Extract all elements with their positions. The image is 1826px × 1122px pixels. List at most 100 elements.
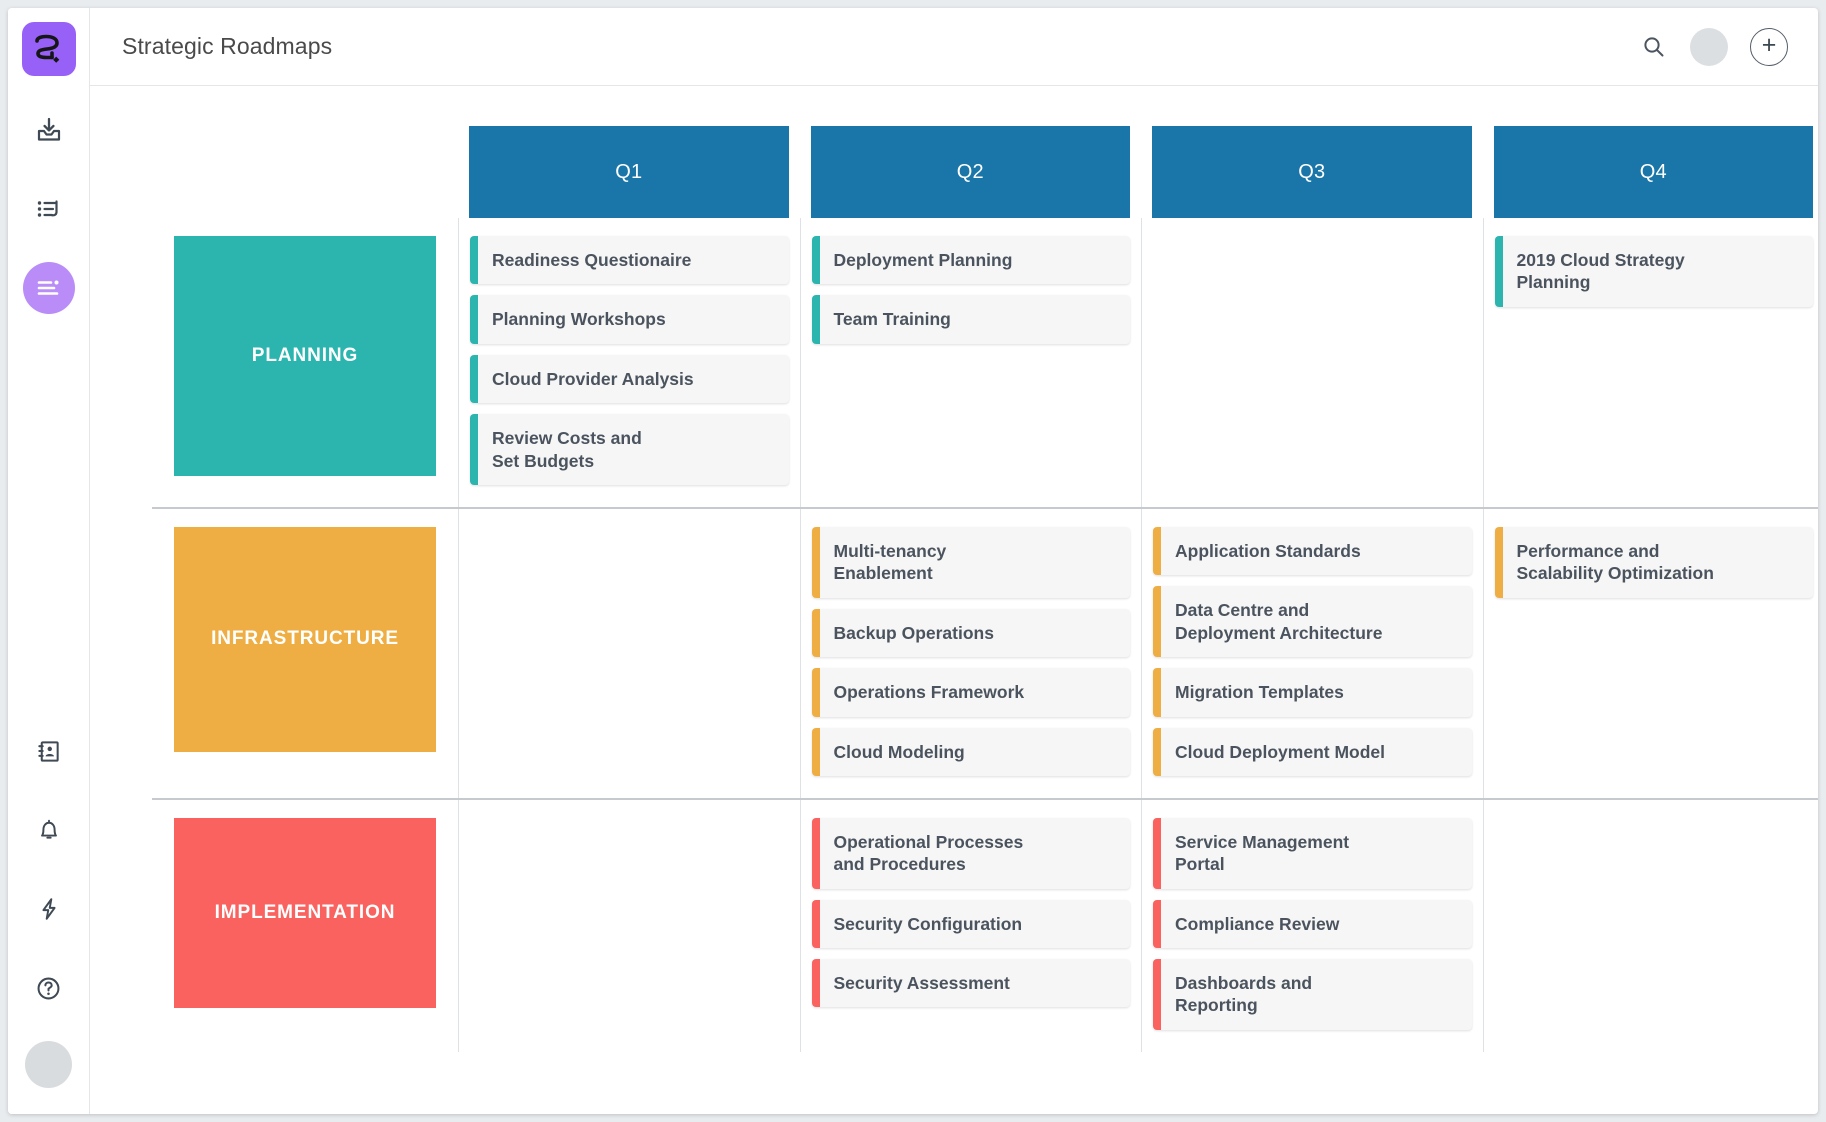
card-color-bar bbox=[1494, 526, 1503, 598]
task-card-title: Operational Processes and Procedures bbox=[833, 831, 1024, 875]
card-color-bar bbox=[470, 295, 478, 344]
task-card[interactable]: Migration Templates bbox=[1153, 668, 1472, 717]
task-card[interactable]: Planning Workshops bbox=[470, 295, 789, 344]
task-card-title: Compliance Review bbox=[1175, 913, 1340, 934]
task-card[interactable]: Data Centre and Deployment Architecture bbox=[1153, 586, 1472, 658]
roadmap-grid: Q1 Q2 Q3 Q4 PLANNING Readiness Questionaire Pl… bbox=[152, 126, 1818, 1052]
task-card[interactable]: Service Management Portal bbox=[1153, 817, 1472, 889]
lane-cell bbox=[458, 508, 800, 798]
task-card-title: 2019 Cloud Strategy Planning bbox=[1516, 250, 1685, 293]
grid-corner bbox=[152, 126, 458, 218]
lane-label-implementation[interactable]: IMPLEMENTATION bbox=[174, 817, 436, 1008]
task-card-title: Deployment Planning bbox=[833, 250, 1013, 270]
contact-book-icon bbox=[38, 740, 59, 762]
column-header-q3[interactable]: Q3 bbox=[1152, 126, 1472, 218]
task-card[interactable]: Compliance Review bbox=[1153, 899, 1472, 949]
task-card[interactable]: Security Configuration bbox=[811, 899, 1130, 949]
task-card-title: Application Standards bbox=[1175, 540, 1361, 561]
card-color-bar bbox=[811, 668, 820, 717]
sidebar-item-notifications[interactable] bbox=[23, 804, 75, 856]
roadmap-lines-icon bbox=[37, 280, 58, 295]
task-card[interactable]: Backup Operations bbox=[811, 608, 1130, 658]
task-card[interactable]: Readiness Questionaire bbox=[470, 236, 789, 285]
card-color-bar bbox=[470, 414, 478, 485]
task-card-title: Review Costs and Set Budgets bbox=[492, 428, 642, 471]
task-card[interactable]: Cloud Provider Analysis bbox=[470, 354, 789, 404]
lightning-icon bbox=[41, 898, 56, 920]
column-header-q4[interactable]: Q4 bbox=[1493, 126, 1813, 218]
lane-label-cell: PLANNING bbox=[152, 218, 458, 507]
task-card-title: Operations Framework bbox=[833, 682, 1025, 703]
task-card-title: Performance and Scalability Optimization bbox=[1516, 540, 1714, 584]
card-color-bar bbox=[811, 608, 820, 658]
sidebar-item-inbox[interactable] bbox=[23, 104, 75, 156]
task-card-title: Planning Workshops bbox=[492, 309, 666, 330]
lane-label-cell: IMPLEMENTATION bbox=[152, 800, 458, 1052]
task-card[interactable]: Review Costs and Set Budgets bbox=[470, 414, 789, 485]
task-card[interactable]: Deployment Planning bbox=[811, 236, 1130, 285]
task-card-title: Data Centre and Deployment Architecture bbox=[1175, 600, 1383, 643]
lane-cell: Application Standards Data Centre and Dep… bbox=[1141, 508, 1483, 798]
lane-label-infrastructure[interactable]: INFRASTRUCTURE bbox=[174, 526, 436, 752]
task-card-title: Cloud Provider Analysis bbox=[492, 368, 694, 389]
left-nav-rail bbox=[8, 8, 90, 1114]
task-card[interactable]: Operational Processes and Procedures bbox=[811, 817, 1130, 889]
list-reply-icon bbox=[37, 200, 58, 217]
card-color-bar bbox=[1153, 899, 1161, 949]
sidebar-item-activity[interactable] bbox=[23, 183, 75, 235]
card-color-bar bbox=[1153, 526, 1161, 576]
card-color-bar bbox=[811, 526, 820, 598]
task-card[interactable]: Cloud Modeling bbox=[811, 727, 1130, 776]
task-card-title: Security Assessment bbox=[833, 973, 1010, 994]
card-color-bar bbox=[1153, 959, 1161, 1030]
lane-label-planning[interactable]: PLANNING bbox=[174, 236, 436, 476]
task-card-title: Readiness Questionaire bbox=[492, 250, 692, 270]
task-card-title: Service Management Portal bbox=[1175, 831, 1350, 875]
task-card[interactable]: Application Standards bbox=[1153, 526, 1472, 576]
search-icon bbox=[1644, 36, 1664, 56]
app-logo[interactable] bbox=[21, 22, 76, 76]
task-card[interactable]: Performance and Scalability Optimization bbox=[1494, 526, 1813, 598]
task-card[interactable]: Operations Framework bbox=[811, 668, 1130, 717]
task-card-title: Security Configuration bbox=[833, 913, 1023, 934]
column-header-q2[interactable]: Q2 bbox=[810, 126, 1130, 218]
card-color-bar bbox=[470, 236, 478, 285]
task-card[interactable]: Security Assessment bbox=[811, 959, 1130, 1008]
task-card-title: Migration Templates bbox=[1175, 682, 1344, 703]
main-area: Strategic Roadmaps + Q1 Q2 Q3 Q4 PLANNING Rea… bbox=[90, 8, 1818, 1114]
search-button[interactable] bbox=[1640, 33, 1668, 61]
lane-cell: Operational Processes and Procedures Secu… bbox=[799, 799, 1142, 1052]
card-color-bar bbox=[811, 295, 820, 344]
task-card[interactable]: Cloud Deployment Model bbox=[1153, 727, 1472, 776]
lane-label-cell: INFRASTRUCTURE bbox=[152, 509, 458, 798]
page-title: Strategic Roadmaps bbox=[122, 33, 333, 59]
task-card[interactable]: 2019 Cloud Strategy Planning bbox=[1494, 236, 1813, 307]
lane-cell bbox=[1141, 218, 1483, 507]
topbar-actions: + bbox=[1640, 27, 1788, 66]
lane-cell: Performance and Scalability Optimization bbox=[1482, 508, 1819, 798]
task-card-title: Dashboards and Reporting bbox=[1175, 973, 1313, 1016]
lane-cell: Multi-tenancy Enablement Backup Operation… bbox=[799, 508, 1142, 798]
add-button[interactable]: + bbox=[1750, 27, 1788, 66]
inbox-download-icon bbox=[37, 117, 60, 141]
lane-cell: Service Management Portal Compliance Revi… bbox=[1141, 799, 1483, 1052]
sidebar-item-roadmaps[interactable] bbox=[22, 262, 75, 314]
task-card-title: Backup Operations bbox=[833, 622, 994, 643]
sidebar-item-automations[interactable] bbox=[23, 883, 75, 935]
task-card-title: Cloud Modeling bbox=[833, 741, 965, 762]
card-color-bar bbox=[1153, 668, 1161, 717]
rail-user-avatar[interactable] bbox=[25, 1041, 72, 1088]
sidebar-item-help[interactable] bbox=[23, 962, 75, 1014]
lane-cell bbox=[1482, 799, 1819, 1052]
avatar[interactable] bbox=[1690, 27, 1728, 66]
task-card[interactable]: Multi-tenancy Enablement bbox=[811, 526, 1130, 598]
help-circle-icon bbox=[37, 977, 60, 999]
card-color-bar bbox=[1494, 236, 1503, 307]
card-color-bar bbox=[811, 236, 820, 285]
task-card-title: Team Training bbox=[833, 309, 951, 330]
task-card[interactable]: Dashboards and Reporting bbox=[1153, 959, 1472, 1030]
lane-cell: 2019 Cloud Strategy Planning bbox=[1482, 218, 1819, 507]
task-card[interactable]: Team Training bbox=[811, 295, 1130, 344]
column-header-q1[interactable]: Q1 bbox=[469, 126, 789, 218]
sidebar-item-contacts[interactable] bbox=[23, 725, 75, 777]
